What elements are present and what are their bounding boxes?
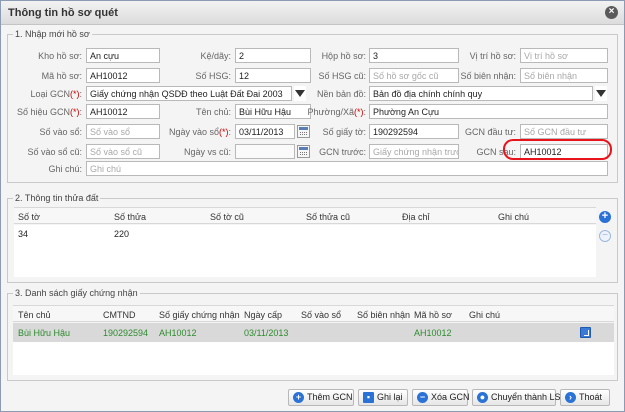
receipt-number-label: Số biên nhận: xyxy=(460,71,516,81)
shelf-label: Kệ/dãy: xyxy=(200,51,231,61)
cert-type-select[interactable]: Giấy chứng nhận QSDĐ theo Luật Đất Đai 2… xyxy=(86,86,292,101)
cert-col-note: Ghi chú xyxy=(469,310,501,320)
document-number-label: Số giấy tờ: xyxy=(322,127,366,137)
investment-cert-input[interactable]: Số GCN đầu tư xyxy=(520,124,608,139)
delete-cert-button[interactable]: − Xóa GCN xyxy=(412,389,470,406)
convert-button[interactable]: ● Chuyển thành LS xyxy=(472,389,561,406)
shelf-input[interactable]: 2 xyxy=(235,48,311,63)
cert-cell-id-card: 190292594 xyxy=(103,328,149,338)
register-date-label: Ngày vào sổ(*): xyxy=(168,127,231,137)
investment-cert-label: GCN đầu tư: xyxy=(464,127,516,137)
land-table-header: Số tờ Số thửa Số tờ cũ Số thửa cũ Địa ch… xyxy=(14,207,596,224)
close-icon[interactable]: × xyxy=(605,6,618,19)
cert-cell-record-code: AH10012 xyxy=(414,328,452,338)
base-map-select[interactable]: Bản đồ địa chính chính quy xyxy=(369,86,593,101)
cert-col-cert-number: Số giấy chứng nhận xyxy=(159,310,240,320)
next-cert-input[interactable]: AH10012 xyxy=(520,144,608,159)
ward-label: Phường/Xã(*): xyxy=(307,107,366,117)
record-code-input[interactable]: AH10012 xyxy=(86,68,160,83)
land-col-old-sheet: Số tờ cũ xyxy=(210,212,244,222)
add-parcel-icon[interactable]: + xyxy=(599,211,611,223)
minus-icon: − xyxy=(417,392,428,403)
exit-icon: › xyxy=(565,392,576,403)
owner-name-label: Tên chủ: xyxy=(195,107,231,117)
old-register-date-input[interactable] xyxy=(235,144,295,159)
position-label: Vị trí hồ sơ: xyxy=(469,51,516,61)
land-section-legend: 2. Thông tin thửa đất xyxy=(13,193,101,203)
storage-input[interactable]: An cựu xyxy=(86,48,160,63)
receipt-number-input[interactable]: Số biên nhận xyxy=(520,68,608,83)
record-code-label: Mã hồ sơ: xyxy=(41,71,82,81)
register-number-label: Số vào sổ: xyxy=(39,127,82,137)
title-bar[interactable]: Thông tin hồ sơ quét × xyxy=(1,1,624,25)
old-register-number-label: Số vào sổ cũ: xyxy=(27,147,82,157)
table-row[interactable]: Bùi Hữu Hậu 190292594 AH10012 03/11/2013… xyxy=(13,323,614,342)
entry-section-legend: 1. Nhập mới hồ sơ xyxy=(13,29,92,39)
old-register-date-label: Ngày vs cũ: xyxy=(183,147,231,157)
land-col-address: Địa chỉ xyxy=(402,212,430,222)
cert-cell-issue-date: 03/11/2013 xyxy=(244,328,289,338)
register-number-input[interactable]: Số vào sổ xyxy=(86,124,160,139)
note-input[interactable]: Ghi chú xyxy=(86,161,608,176)
exit-button[interactable]: › Thoát xyxy=(560,389,610,406)
location-pin-icon: ● xyxy=(477,392,488,403)
cert-serial-input[interactable]: AH10012 xyxy=(86,104,160,119)
box-input[interactable]: 3 xyxy=(369,48,459,63)
position-input[interactable]: Vị trí hồ sơ xyxy=(520,48,608,63)
previous-cert-input[interactable]: Giấy chứng nhận trước xyxy=(369,144,459,159)
old-register-date-calendar-icon[interactable] xyxy=(297,145,310,158)
plus-icon: + xyxy=(293,392,304,403)
save-button[interactable]: ▪ Ghi lại xyxy=(358,389,408,406)
storage-label: Kho hồ sơ: xyxy=(38,51,82,61)
owner-name-input[interactable]: Bùi Hữu Hậu xyxy=(235,104,311,119)
save-icon: ▪ xyxy=(363,392,374,403)
remove-parcel-icon[interactable]: − xyxy=(599,230,611,242)
cert-table-header: Tên chủ CMTND Số giấy chứng nhận Ngày cấ… xyxy=(13,305,614,322)
previous-cert-label: GCN trước: xyxy=(319,147,366,157)
cert-serial-label: Số hiệu GCN(*): xyxy=(16,107,82,117)
register-date-calendar-icon[interactable] xyxy=(297,125,310,138)
land-col-old-parcel: Số thửa cũ xyxy=(306,212,351,222)
ward-input[interactable]: Phường An Cựu xyxy=(369,104,608,119)
certs-section-legend: 3. Danh sách giấy chứng nhận xyxy=(13,288,140,298)
cert-col-register-number: Số vào sổ xyxy=(301,310,342,320)
land-table-body: 34 220 xyxy=(14,225,596,277)
edit-row-icon[interactable] xyxy=(580,327,591,338)
table-row[interactable]: 34 220 xyxy=(14,229,596,243)
land-col-sheet: Số tờ xyxy=(18,212,40,222)
next-cert-label: GCN sau: xyxy=(476,147,516,157)
document-number-input[interactable]: 190292594 xyxy=(369,124,459,139)
cert-type-label: Loại GCN(*): xyxy=(30,89,82,99)
cert-col-issue-date: Ngày cấp xyxy=(244,310,283,320)
hsg-number-input[interactable]: 12 xyxy=(235,68,311,83)
cert-col-receipt-number: Số biên nhận xyxy=(357,310,411,320)
cert-col-id-card: CMTND xyxy=(103,310,136,320)
old-hsg-input[interactable]: Số hồ sơ gốc cũ xyxy=(369,68,459,83)
land-cell-sheet: 34 xyxy=(18,229,29,239)
register-date-input[interactable]: 03/11/2013 xyxy=(235,124,295,139)
note-label: Ghi chú: xyxy=(48,164,82,174)
add-cert-button[interactable]: + Thêm GCN xyxy=(288,389,354,406)
base-map-dropdown-icon[interactable] xyxy=(595,86,607,101)
dialog-title: Thông tin hồ sơ quét xyxy=(8,7,118,19)
old-register-number-input[interactable]: Số vào sổ cũ xyxy=(86,144,160,159)
base-map-label: Nền bản đồ: xyxy=(316,89,366,99)
cert-col-record-code: Mã hồ sơ xyxy=(414,310,452,320)
hsg-number-label: Số HSG: xyxy=(195,71,231,81)
box-label: Hộp hồ sơ: xyxy=(321,51,366,61)
cert-cell-owner: Bùi Hữu Hậu xyxy=(18,328,71,338)
cert-col-owner: Tên chủ xyxy=(18,310,51,320)
land-cell-parcel: 220 xyxy=(114,229,130,239)
old-hsg-label: Số HSG cũ: xyxy=(318,71,366,81)
land-col-parcel: Số thửa xyxy=(114,212,147,222)
cert-cell-cert-number: AH10012 xyxy=(159,328,197,338)
land-col-note: Ghi chú xyxy=(498,212,530,222)
scan-record-dialog: Thông tin hồ sơ quét × 1. Nhập mới hồ sơ… xyxy=(0,0,625,412)
cert-type-dropdown-icon[interactable] xyxy=(294,86,306,101)
